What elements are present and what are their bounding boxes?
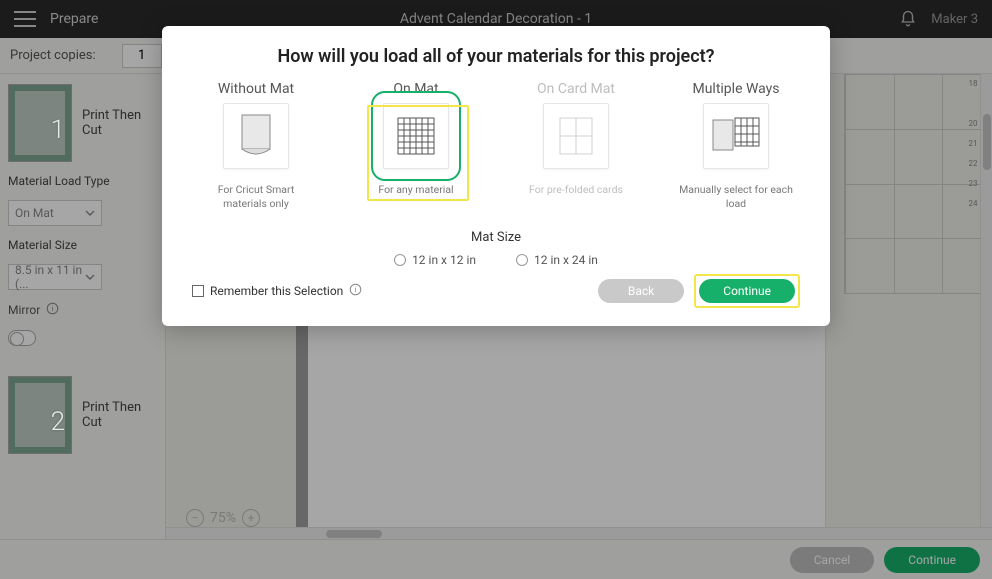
radio-icon xyxy=(394,254,406,266)
option-without-mat[interactable]: Without Mat For Cricut Smart materials o… xyxy=(196,81,316,210)
multiple-ways-icon xyxy=(703,103,769,169)
modal-title: How will you load all of your materials … xyxy=(192,46,800,67)
radio-label: 12 in x 12 in xyxy=(412,253,476,267)
mat-size-12x24[interactable]: 12 in x 24 in xyxy=(516,253,598,267)
remember-label: Remember this Selection xyxy=(210,284,343,298)
radio-icon xyxy=(516,254,528,266)
info-icon[interactable]: i xyxy=(349,283,362,299)
option-on-mat[interactable]: On Mat For any material xyxy=(356,81,476,210)
load-materials-modal: How will you load all of your materials … xyxy=(162,26,830,326)
option-title: On Mat xyxy=(393,81,438,97)
without-mat-icon xyxy=(223,103,289,169)
back-button[interactable]: Back xyxy=(598,279,684,303)
mat-size-label: Mat Size xyxy=(192,230,800,245)
mat-number: 1 xyxy=(51,115,65,145)
option-sub: For any material xyxy=(378,183,453,197)
mat-size-12x12[interactable]: 12 in x 12 in xyxy=(394,253,476,267)
option-title: On Card Mat xyxy=(537,81,615,97)
continue-highlight: Continue xyxy=(694,274,800,308)
option-sub: For Cricut Smart materials only xyxy=(196,183,316,210)
svg-text:i: i xyxy=(355,285,357,294)
modal-continue-button[interactable]: Continue xyxy=(699,279,795,303)
option-title: Without Mat xyxy=(218,81,294,97)
card-mat-icon xyxy=(543,103,609,169)
radio-label: 12 in x 24 in xyxy=(534,253,598,267)
remember-selection[interactable]: Remember this Selection i xyxy=(192,283,362,299)
mat-number: 2 xyxy=(51,407,65,437)
option-sub: For pre-folded cards xyxy=(529,183,623,197)
checkbox-icon[interactable] xyxy=(192,285,204,297)
option-title: Multiple Ways xyxy=(692,81,779,97)
option-on-card-mat: On Card Mat For pre-folded cards xyxy=(516,81,636,210)
option-multiple-ways[interactable]: Multiple Ways Manually select for each l… xyxy=(676,81,796,210)
option-sub: Manually select for each load xyxy=(676,183,796,210)
on-mat-icon xyxy=(383,103,449,169)
